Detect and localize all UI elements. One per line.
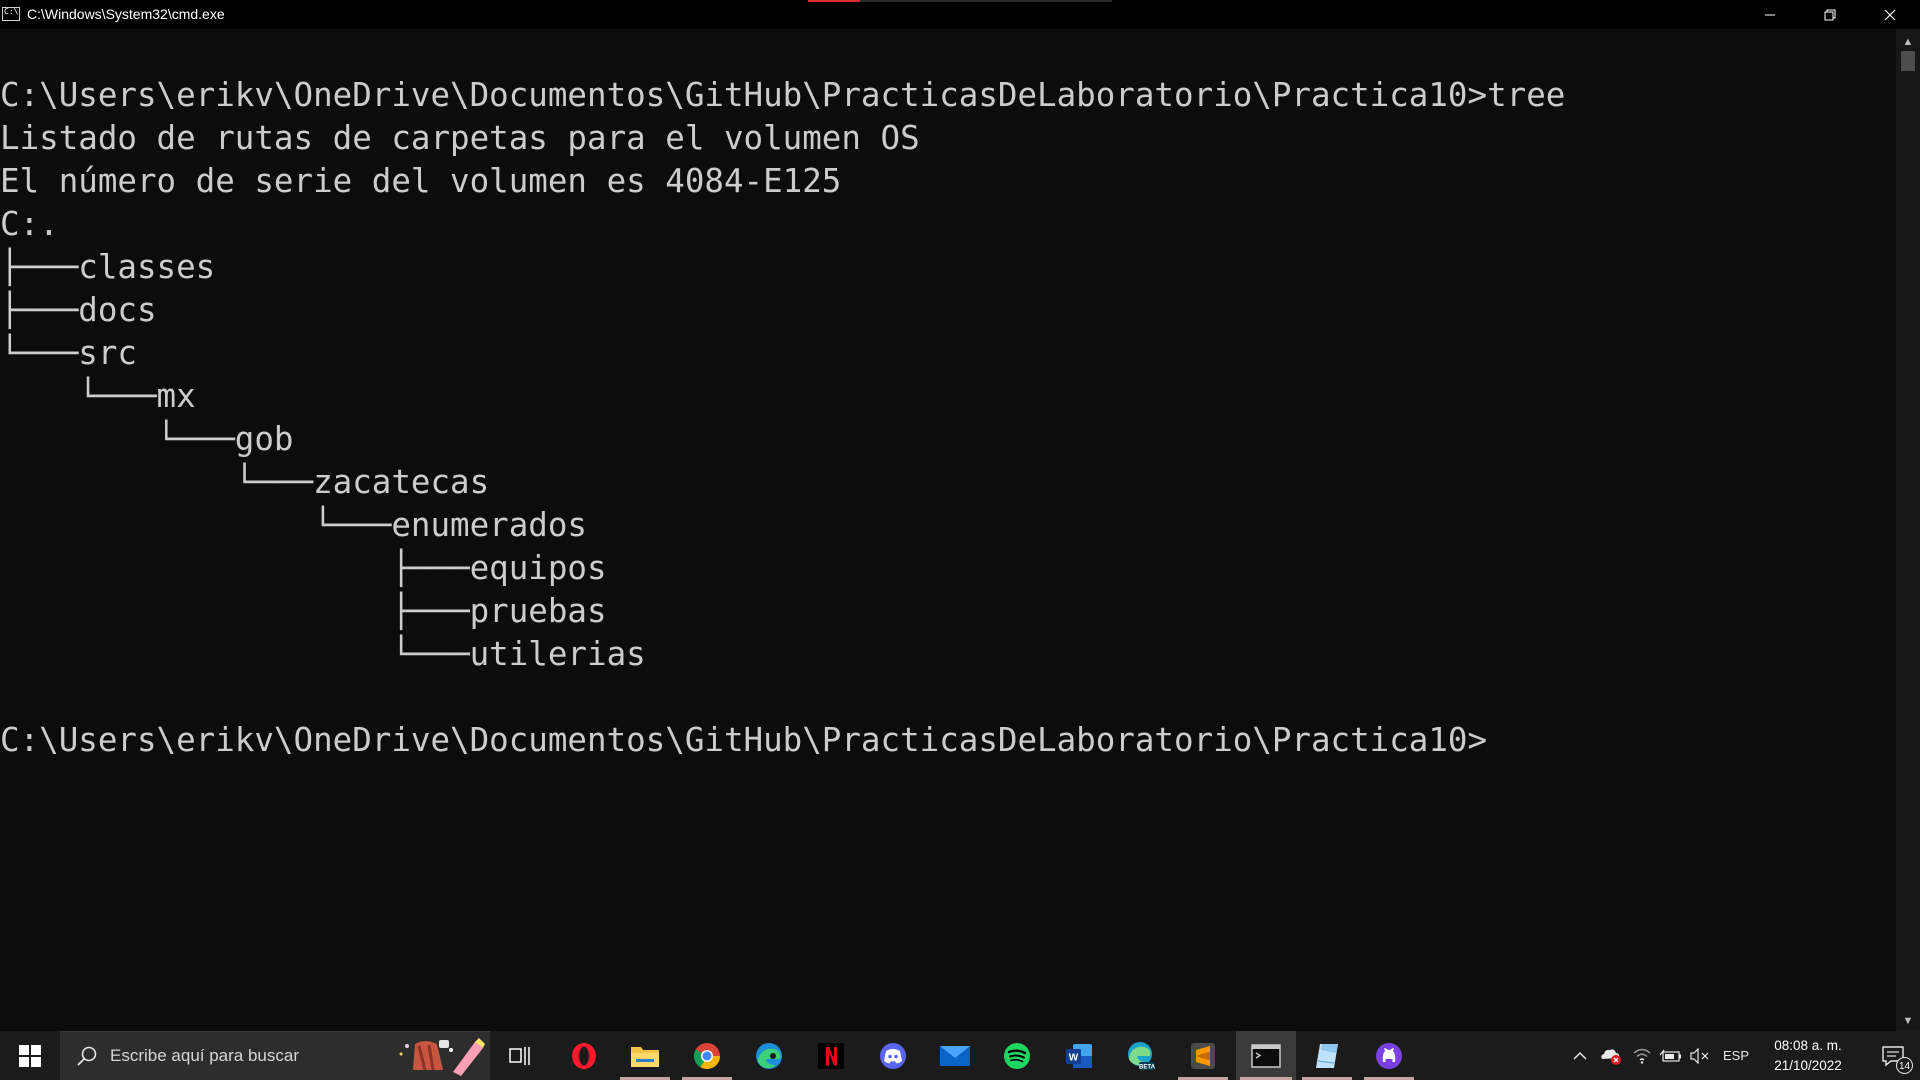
restore-button[interactable]	[1800, 0, 1860, 29]
console-text[interactable]: C:\Users\erikv\OneDrive\Documentos\GitHu…	[0, 74, 1565, 762]
taskbar-app-edge-beta[interactable]: BETA	[1112, 1031, 1170, 1080]
console-line: ├───equipos	[0, 549, 607, 587]
onedrive-status[interactable]	[1596, 1031, 1626, 1080]
progress-fill	[808, 0, 860, 2]
console-prompt-line[interactable]: C:\Users\erikv\OneDrive\Documentos\GitHu…	[0, 719, 1565, 762]
taskbar-app-mail[interactable]	[926, 1031, 984, 1080]
title-progress-indicator	[808, 0, 1112, 2]
console-line: └───src	[0, 334, 137, 372]
console-line: ├───classes	[0, 248, 216, 286]
battery-status[interactable]	[1657, 1031, 1685, 1080]
discord-icon	[880, 1042, 906, 1069]
scrollbar-thumb[interactable]	[1901, 51, 1915, 71]
search-placeholder: Escribe aquí para buscar	[110, 1046, 299, 1065]
taskbar-app-sublime-text[interactable]	[1174, 1031, 1232, 1080]
folder-icon	[631, 1046, 659, 1067]
title-bar[interactable]: C:\Windows\System32\cmd.exe	[0, 0, 1920, 29]
clock[interactable]: 08:08 a. m. 21/10/2022	[1758, 1036, 1858, 1076]
console-line: └───mx	[0, 377, 196, 415]
clock-date: 21/10/2022	[1774, 1058, 1842, 1073]
taskbar-app-github-desktop[interactable]	[1360, 1031, 1418, 1080]
battery-charging-icon	[1660, 1049, 1681, 1062]
wifi-icon	[1633, 1048, 1651, 1064]
show-hidden-icons-button[interactable]	[1566, 1031, 1594, 1080]
console-line: └───gob	[0, 420, 294, 458]
windows-logo-icon	[19, 1044, 41, 1067]
restore-icon	[1824, 9, 1836, 20]
scroll-up-arrow-icon[interactable]: ▲	[1896, 32, 1920, 52]
svg-text:BETA: BETA	[1139, 1064, 1156, 1070]
search-box[interactable]: Escribe aquí para buscar	[60, 1031, 490, 1080]
terminal-icon	[1251, 1043, 1281, 1068]
clock-time: 08:08 a. m.	[1774, 1038, 1842, 1053]
mail-icon	[940, 1045, 970, 1066]
sublime-icon	[1191, 1042, 1215, 1069]
network-status[interactable]	[1628, 1031, 1656, 1080]
notes-icon	[1316, 1043, 1338, 1068]
close-icon	[1884, 9, 1896, 20]
minimize-icon	[1765, 14, 1775, 15]
console-line: └───zacatecas	[0, 463, 490, 501]
scroll-down-arrow-icon[interactable]: ▼	[1896, 1011, 1920, 1031]
vertical-scrollbar[interactable]: ▲ ▼	[1896, 29, 1920, 1031]
taskbar-app-discord[interactable]	[864, 1031, 922, 1080]
edge-icon	[756, 1042, 782, 1069]
chrome-icon	[693, 1042, 721, 1069]
word-icon: W	[1066, 1043, 1092, 1068]
taskbar-app-chrome[interactable]	[678, 1031, 736, 1080]
svg-text:W: W	[1069, 1052, 1079, 1063]
console-line: El número de serie del volumen es 4084-E…	[0, 162, 842, 200]
notification-count-badge: 14	[1896, 1057, 1913, 1074]
console-output[interactable]: C:\Users\erikv\OneDrive\Documentos\GitHu…	[0, 29, 1896, 1031]
task-view-button[interactable]	[491, 1031, 549, 1080]
taskbar-app-edge[interactable]	[740, 1031, 798, 1080]
console-line: └───utilerias	[0, 635, 646, 673]
console-line: ├───docs	[0, 291, 157, 329]
taskbar-app-word[interactable]: W	[1050, 1031, 1108, 1080]
taskbar-app-file-explorer[interactable]	[616, 1031, 674, 1080]
task-view-icon	[509, 1046, 530, 1065]
input-language[interactable]: ESP	[1716, 1031, 1756, 1080]
close-button[interactable]	[1860, 0, 1920, 29]
console-line: └───enumerados	[0, 506, 587, 544]
edge-beta-icon: BETA	[1128, 1041, 1156, 1070]
cmd-app-icon[interactable]	[2, 7, 20, 21]
taskbar-app-netflix[interactable]	[802, 1031, 860, 1080]
volume-muted-icon	[1690, 1047, 1709, 1064]
onedrive-error-icon	[1601, 1048, 1621, 1065]
netflix-icon	[818, 1042, 844, 1069]
window-title: C:\Windows\System32\cmd.exe	[27, 6, 225, 22]
taskbar-app-opera[interactable]	[555, 1031, 613, 1080]
taskbar: Escribe aquí para buscar W BETA ESP 08:0…	[0, 1031, 1920, 1080]
taskbar-app-notes[interactable]	[1298, 1031, 1356, 1080]
taskbar-app-cmd[interactable]	[1236, 1031, 1296, 1080]
taskbar-app-spotify[interactable]	[988, 1031, 1046, 1080]
volume-control[interactable]	[1686, 1031, 1714, 1080]
github-icon	[1376, 1042, 1402, 1069]
console-line: Listado de rutas de carpetas para el vol…	[0, 119, 920, 157]
minimize-button[interactable]	[1740, 0, 1800, 29]
action-center-button[interactable]: 14	[1866, 1031, 1920, 1080]
search-highlight-illustration-icon	[399, 1038, 485, 1076]
spotify-icon	[1004, 1042, 1030, 1069]
console-line: C:\Users\erikv\OneDrive\Documentos\GitHu…	[0, 76, 1566, 114]
console-line: ├───pruebas	[0, 592, 607, 630]
console-line: C:.	[0, 205, 59, 243]
opera-icon	[572, 1042, 596, 1069]
search-icon	[77, 1046, 97, 1066]
start-button[interactable]	[0, 1031, 60, 1080]
chevron-up-icon	[1573, 1051, 1587, 1060]
